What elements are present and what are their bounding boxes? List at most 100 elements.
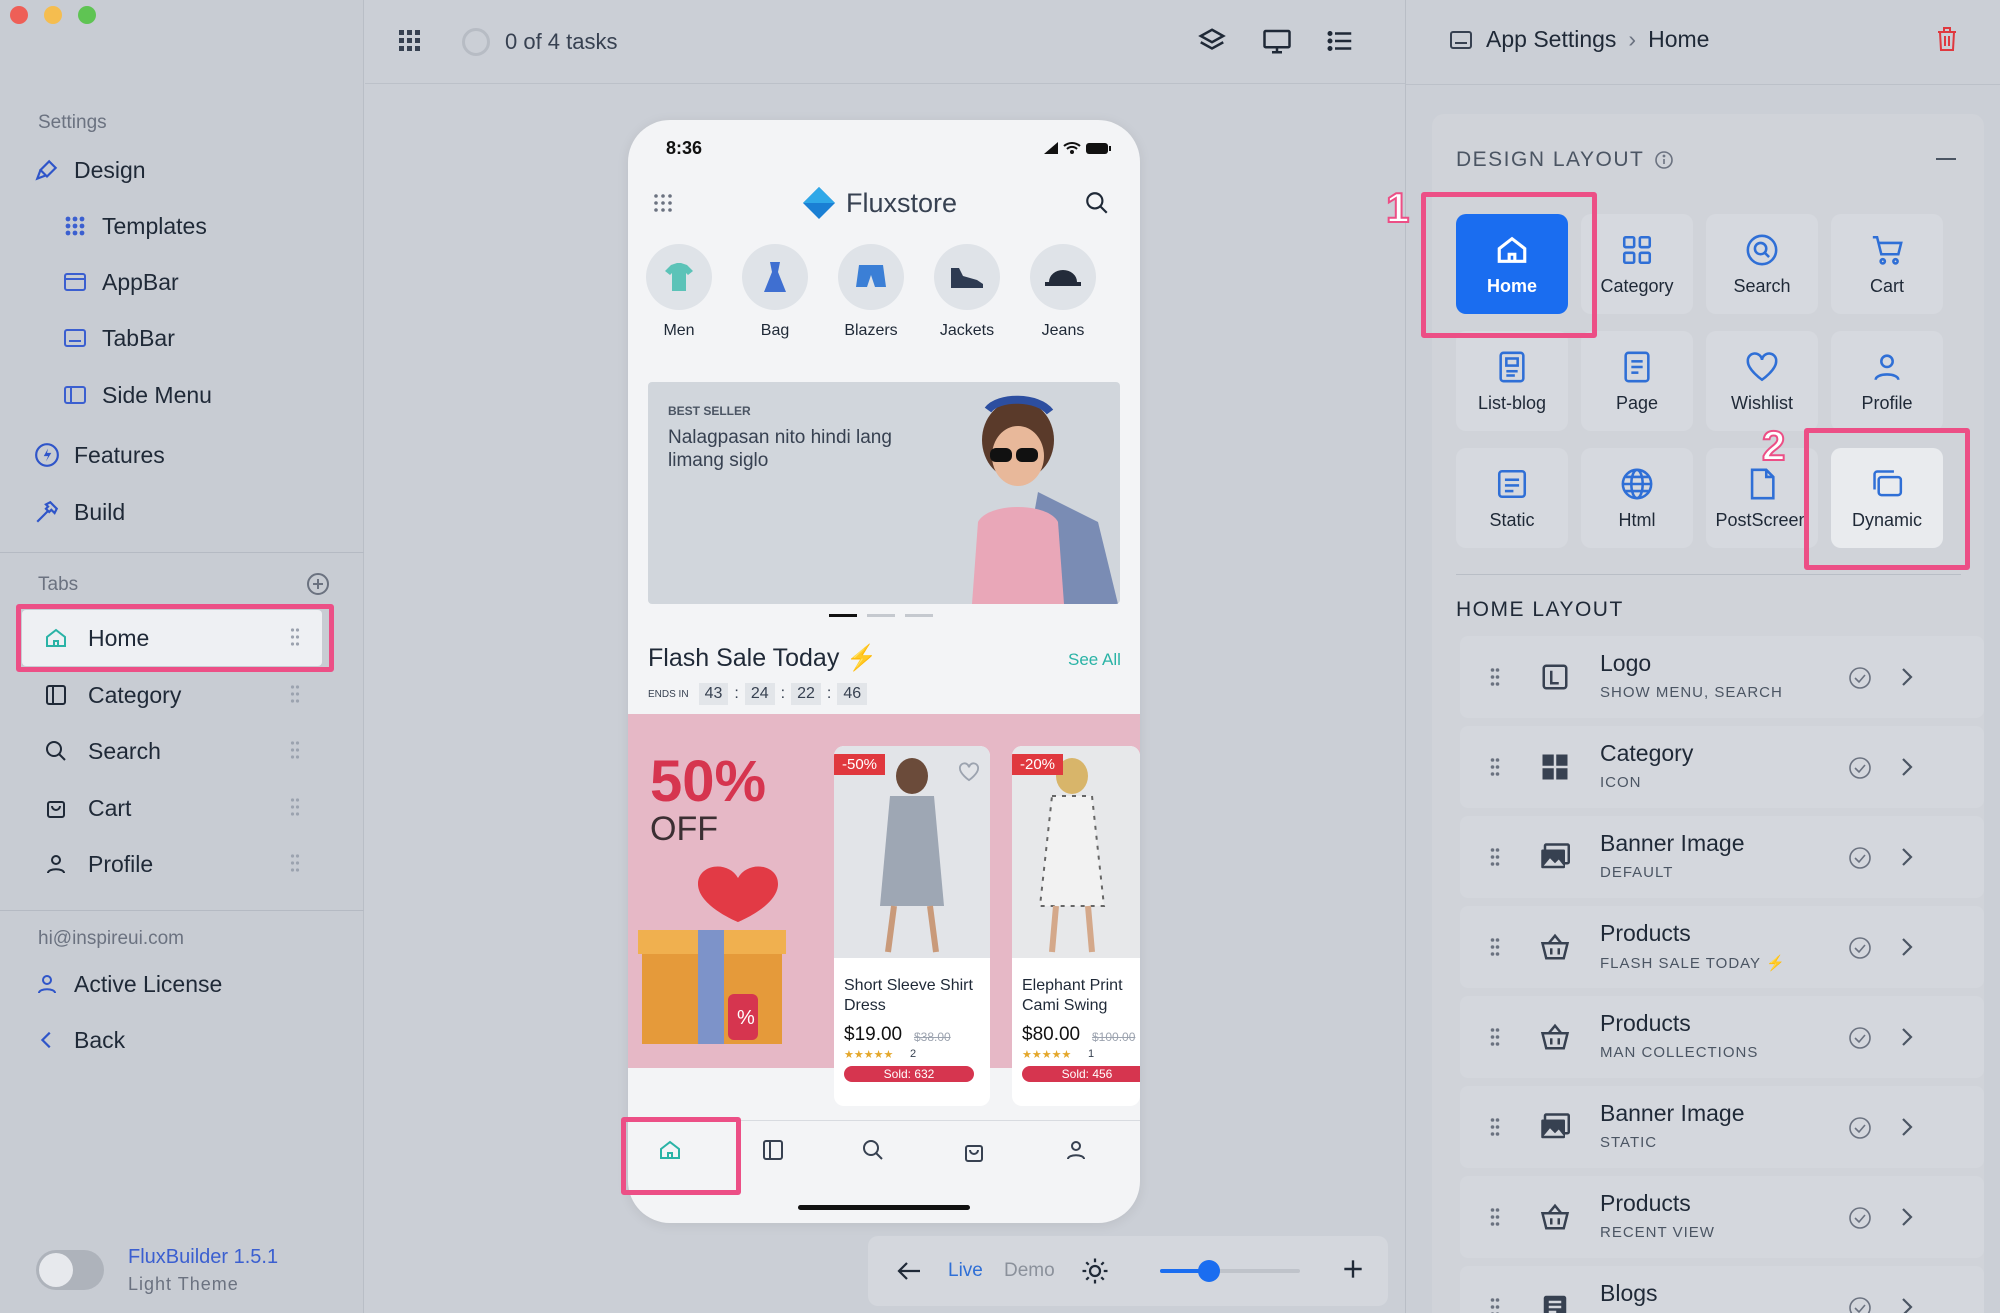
phone-tab-search[interactable] bbox=[861, 1138, 885, 1162]
drag-handle-icon[interactable] bbox=[290, 852, 300, 874]
apps-grid-button[interactable] bbox=[399, 28, 427, 52]
category-blazers[interactable]: Blazers bbox=[831, 244, 911, 340]
layout-tile-profile[interactable]: Profile bbox=[1831, 331, 1943, 431]
category-men[interactable]: Men bbox=[639, 244, 719, 340]
sidebar-item-appbar[interactable]: AppBar bbox=[62, 260, 179, 304]
info-icon[interactable] bbox=[1654, 150, 1674, 170]
sidebar-item-design[interactable]: Design bbox=[34, 148, 146, 192]
phone-search-button[interactable] bbox=[1084, 190, 1110, 216]
row-subtitle: STATIC bbox=[1600, 1134, 1658, 1151]
layout-tile-search[interactable]: Search bbox=[1706, 214, 1818, 314]
check-circle-icon[interactable] bbox=[1848, 1116, 1872, 1140]
chevron-right-icon[interactable] bbox=[1900, 936, 1914, 958]
maximize-window-button[interactable] bbox=[78, 6, 96, 24]
chevron-right-icon[interactable] bbox=[1900, 756, 1914, 778]
layout-tile-page[interactable]: Page bbox=[1581, 331, 1693, 431]
check-circle-icon[interactable] bbox=[1848, 1296, 1872, 1313]
drag-handle-icon[interactable] bbox=[1490, 1296, 1500, 1313]
layout-row-blogs[interactable]: Blogs bbox=[1460, 1266, 1984, 1313]
sidebar-item-build[interactable]: Build bbox=[34, 490, 125, 534]
product-card[interactable]: -20% Elephant Print Cami Swing $80.00 $1… bbox=[1012, 746, 1140, 1106]
layout-tile-html[interactable]: Html bbox=[1581, 448, 1693, 548]
bolt-icon bbox=[34, 442, 60, 468]
layout-row-products-flash-sale[interactable]: Products FLASH SALE TODAY ⚡ bbox=[1460, 906, 1984, 988]
gift-box-image: % bbox=[638, 866, 786, 1044]
layout-tile-cart[interactable]: Cart bbox=[1831, 214, 1943, 314]
back-link[interactable]: Back bbox=[34, 1018, 125, 1062]
banner-image[interactable]: BEST SELLER Nalagpasan nito hindi lang l… bbox=[648, 382, 1120, 604]
sidebar-item-templates[interactable]: Templates bbox=[62, 204, 207, 248]
menu-button[interactable] bbox=[652, 192, 674, 214]
layout-tile-category[interactable]: Category bbox=[1581, 214, 1693, 314]
check-circle-icon[interactable] bbox=[1848, 936, 1872, 960]
drag-handle-icon[interactable] bbox=[1490, 756, 1500, 778]
chevron-right-icon[interactable] bbox=[1900, 846, 1914, 868]
back-arrow-button[interactable] bbox=[896, 1259, 922, 1283]
delete-button[interactable] bbox=[1936, 26, 1958, 52]
layout-row-products-recent-view[interactable]: Products RECENT VIEW bbox=[1460, 1176, 1984, 1258]
demo-mode-button[interactable]: Demo bbox=[1004, 1260, 1055, 1282]
drag-handle-icon[interactable] bbox=[290, 683, 300, 705]
tab-profile[interactable]: Profile bbox=[22, 836, 322, 892]
layout-row-category[interactable]: Category ICON bbox=[1460, 726, 1984, 808]
sidebar-item-features[interactable]: Features bbox=[34, 433, 165, 477]
theme-brightness-button[interactable] bbox=[1080, 1256, 1110, 1286]
chevron-right-icon[interactable] bbox=[1900, 1026, 1914, 1048]
chevron-right-icon[interactable] bbox=[1900, 1296, 1914, 1313]
layout-row-banner-image-static[interactable]: Banner Image STATIC bbox=[1460, 1086, 1984, 1168]
check-circle-icon[interactable] bbox=[1848, 1026, 1872, 1050]
active-license-link[interactable]: Active License bbox=[34, 962, 222, 1006]
layout-row-banner-image[interactable]: Banner Image DEFAULT bbox=[1460, 816, 1984, 898]
drag-handle-icon[interactable] bbox=[1490, 1026, 1500, 1048]
phone-tab-category[interactable] bbox=[761, 1138, 785, 1162]
status-time: 8:36 bbox=[666, 138, 703, 158]
layout-tile-wishlist[interactable]: Wishlist bbox=[1706, 331, 1818, 431]
tab-category[interactable]: Category bbox=[22, 667, 322, 723]
layout-tile-list-blog[interactable]: List-blog bbox=[1456, 331, 1568, 431]
layout-row-products-man-collections[interactable]: Products MAN COLLECTIONS bbox=[1460, 996, 1984, 1078]
close-window-button[interactable] bbox=[10, 6, 28, 24]
drag-handle-icon[interactable] bbox=[1490, 936, 1500, 958]
category-label: Blazers bbox=[844, 322, 898, 339]
drag-handle-icon[interactable] bbox=[290, 796, 300, 818]
layout-row-logo[interactable]: Logo SHOW MENU, SEARCH bbox=[1460, 636, 1984, 718]
product-card[interactable]: -50% Short Sleeve Shirt Dress $19.00 $38… bbox=[834, 746, 990, 1106]
theme-toggle[interactable] bbox=[36, 1250, 104, 1290]
check-circle-icon[interactable] bbox=[1848, 666, 1872, 690]
sidebar-item-side-menu[interactable]: Side Menu bbox=[62, 373, 212, 417]
phone-tab-cart[interactable] bbox=[962, 1140, 986, 1164]
category-jeans[interactable]: Jeans bbox=[1023, 244, 1103, 340]
category-jackets[interactable]: Jackets bbox=[927, 244, 1007, 340]
collapse-button[interactable] bbox=[1936, 158, 1956, 160]
check-circle-icon[interactable] bbox=[1848, 846, 1872, 870]
drag-handle-icon[interactable] bbox=[1490, 846, 1500, 868]
minimize-window-button[interactable] bbox=[44, 6, 62, 24]
sidebar-item-tabbar[interactable]: TabBar bbox=[62, 316, 175, 360]
heart-icon[interactable] bbox=[958, 762, 980, 782]
layers-button[interactable] bbox=[1197, 26, 1227, 56]
drag-handle-icon[interactable] bbox=[290, 739, 300, 761]
category-bag[interactable]: Bag bbox=[735, 244, 815, 340]
desktop-preview-button[interactable] bbox=[1261, 26, 1293, 56]
drag-handle-icon[interactable] bbox=[1490, 1116, 1500, 1138]
drag-handle-icon[interactable] bbox=[1490, 666, 1500, 688]
see-all-link[interactable]: See All bbox=[1068, 650, 1121, 670]
check-circle-icon[interactable] bbox=[1848, 1206, 1872, 1230]
breadcrumb-app-settings[interactable]: App Settings bbox=[1486, 26, 1616, 53]
add-tab-button[interactable] bbox=[306, 572, 330, 596]
chevron-right-icon[interactable] bbox=[1900, 1116, 1914, 1138]
zoom-slider[interactable] bbox=[1160, 1260, 1300, 1282]
tab-cart[interactable]: Cart bbox=[22, 780, 322, 836]
chevron-right-icon[interactable] bbox=[1900, 666, 1914, 688]
tasks-count[interactable]: 0 of 4 tasks bbox=[505, 29, 618, 55]
tabbar-icon bbox=[1450, 30, 1472, 49]
zoom-in-button[interactable] bbox=[1340, 1256, 1366, 1282]
live-mode-button[interactable]: Live bbox=[948, 1260, 983, 1282]
layout-tile-static[interactable]: Static bbox=[1456, 448, 1568, 548]
phone-tab-profile[interactable] bbox=[1064, 1138, 1088, 1162]
check-circle-icon[interactable] bbox=[1848, 756, 1872, 780]
tab-search[interactable]: Search bbox=[22, 723, 322, 779]
list-view-button[interactable] bbox=[1325, 26, 1355, 56]
chevron-right-icon[interactable] bbox=[1900, 1206, 1914, 1228]
drag-handle-icon[interactable] bbox=[1490, 1206, 1500, 1228]
